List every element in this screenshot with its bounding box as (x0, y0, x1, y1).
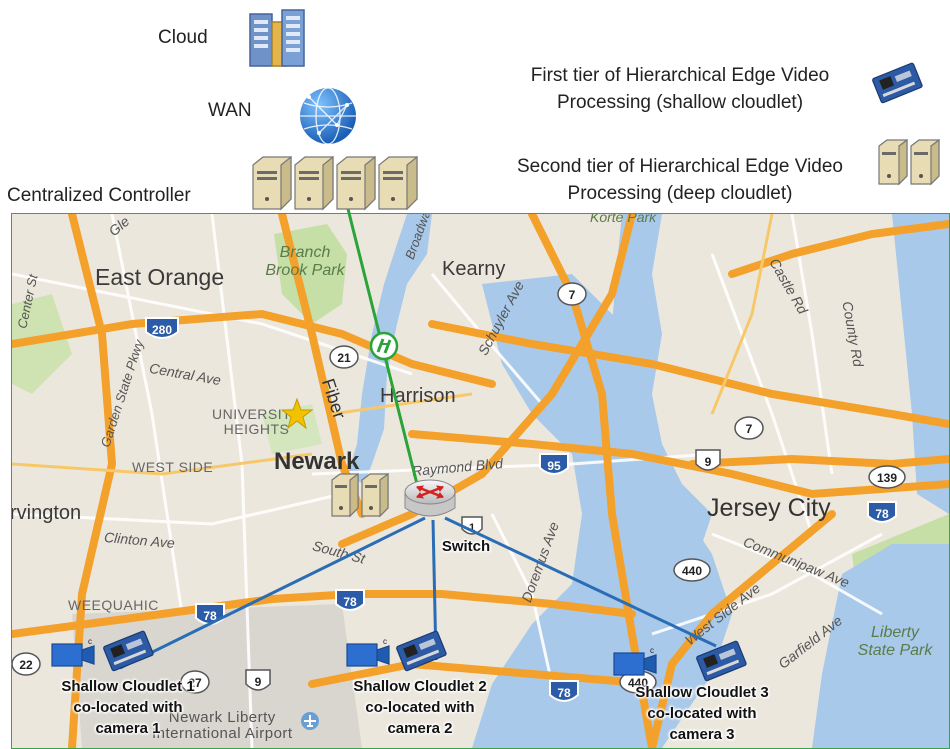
wan-label: WAN (208, 100, 252, 121)
shield-rt7b: 7 (734, 416, 764, 440)
server-icon (378, 155, 418, 211)
globe-icon (300, 87, 356, 145)
svg-text:78: 78 (343, 595, 357, 609)
shield-rt7a: 7 (557, 282, 587, 306)
svg-text:440: 440 (682, 564, 702, 578)
svg-text:78: 78 (875, 507, 889, 521)
shallow-cloudlet-3-line3: camera 3 (669, 726, 735, 743)
svg-text:7: 7 (569, 288, 576, 302)
shield-rt139: 139 (868, 465, 906, 489)
svg-text:139: 139 (877, 471, 897, 485)
server-icon (336, 155, 376, 211)
camera-3-tag: c (650, 647, 654, 655)
shallow-cloudlet-2-line3: camera 2 (387, 720, 453, 737)
camera-3-icon: c (613, 647, 657, 676)
shield-us9b: 9 (245, 669, 271, 691)
deep-cloudlet-servers-icon (878, 138, 940, 186)
shield-rt440a: 440 (673, 558, 711, 582)
svg-text:95: 95 (547, 459, 561, 473)
svg-text:9: 9 (705, 455, 712, 469)
shield-i95: 95 (539, 453, 569, 475)
svg-text:78: 78 (203, 609, 217, 623)
legend-second-tier: Second tier of Hierarchical Edge Video P… (490, 153, 870, 207)
server-icon (910, 138, 940, 186)
shield-i78c: 78 (549, 680, 579, 702)
controller-label: Centralized Controller (7, 185, 191, 206)
svg-text:280: 280 (152, 323, 172, 337)
server-icon (294, 155, 334, 211)
shallow-cloudlet-1-label: Shallow Cloudlet 1 co-located with camer… (28, 676, 228, 739)
switch-label: Switch (441, 538, 491, 555)
star-icon (280, 397, 314, 430)
camera-1-tag: c (88, 638, 92, 646)
shallow-cloudlet-2-label: Shallow Cloudlet 2 co-located with camer… (320, 676, 520, 739)
shallow-cloudlet-1-line1: Shallow Cloudlet 1 (61, 678, 195, 695)
shallow-cloudlet-3-line1: Shallow Cloudlet 3 (635, 684, 769, 701)
airplane-icon (301, 712, 319, 730)
legend-first-tier-line1: First tier of Hierarchical Edge Video (530, 65, 830, 86)
svg-text:21: 21 (337, 351, 351, 365)
controller-servers-icon (252, 155, 418, 211)
server-icon (331, 472, 359, 518)
shield-rt21: 21 (329, 345, 359, 369)
shallow-cloudlet-2-line2: co-located with (365, 699, 475, 716)
shallow-cloudlet-board-icon (872, 62, 923, 104)
board-3-icon (696, 640, 747, 682)
svg-text:22: 22 (19, 658, 33, 672)
legend-second-tier-line2: Processing (deep cloudlet) (567, 183, 793, 204)
shallow-cloudlet-3-label: Shallow Cloudlet 3 co-located with camer… (602, 682, 802, 745)
shield-i78a: 78 (195, 603, 225, 625)
legend-second-tier-line1: Second tier of Hierarchical Edge Video (516, 156, 843, 177)
shield-i78b: 78 (335, 589, 365, 611)
legend-first-tier: First tier of Hierarchical Edge Video Pr… (500, 62, 860, 116)
camera-1-icon: c (51, 638, 95, 667)
board-1-icon (103, 630, 154, 672)
shallow-cloudlet-2-line1: Shallow Cloudlet 2 (353, 678, 487, 695)
camera-2-tag: c (383, 638, 387, 646)
shield-rt22: 22 (12, 652, 41, 676)
svg-text:9: 9 (255, 675, 262, 689)
server-icon (252, 155, 292, 211)
svg-text:78: 78 (557, 686, 571, 700)
shield-i280: 280 (145, 317, 179, 339)
shield-us1: 1 (461, 516, 483, 535)
svg-text:7: 7 (746, 422, 753, 436)
svg-text:1: 1 (469, 522, 475, 534)
shallow-cloudlet-1-line3: camera 1 (95, 720, 161, 737)
diagram-canvas: East Orange Branch Brook Park Kearny New… (0, 0, 950, 749)
deep-cloudlet-icon (331, 472, 389, 518)
switch-router-icon (404, 479, 456, 517)
shield-us9a: 9 (695, 449, 721, 471)
board-2-icon (396, 630, 447, 672)
server-icon (878, 138, 908, 186)
cloud-datacenter-icon (249, 9, 305, 67)
server-icon (361, 472, 389, 518)
shallow-cloudlet-3-line2: co-located with (647, 705, 757, 722)
legend-first-tier-line2: Processing (shallow cloudlet) (556, 92, 804, 113)
shield-i78d: 78 (867, 501, 897, 523)
camera-2-icon: c (346, 638, 390, 667)
cloud-label: Cloud (158, 27, 208, 48)
shallow-cloudlet-1-line2: co-located with (73, 699, 183, 716)
